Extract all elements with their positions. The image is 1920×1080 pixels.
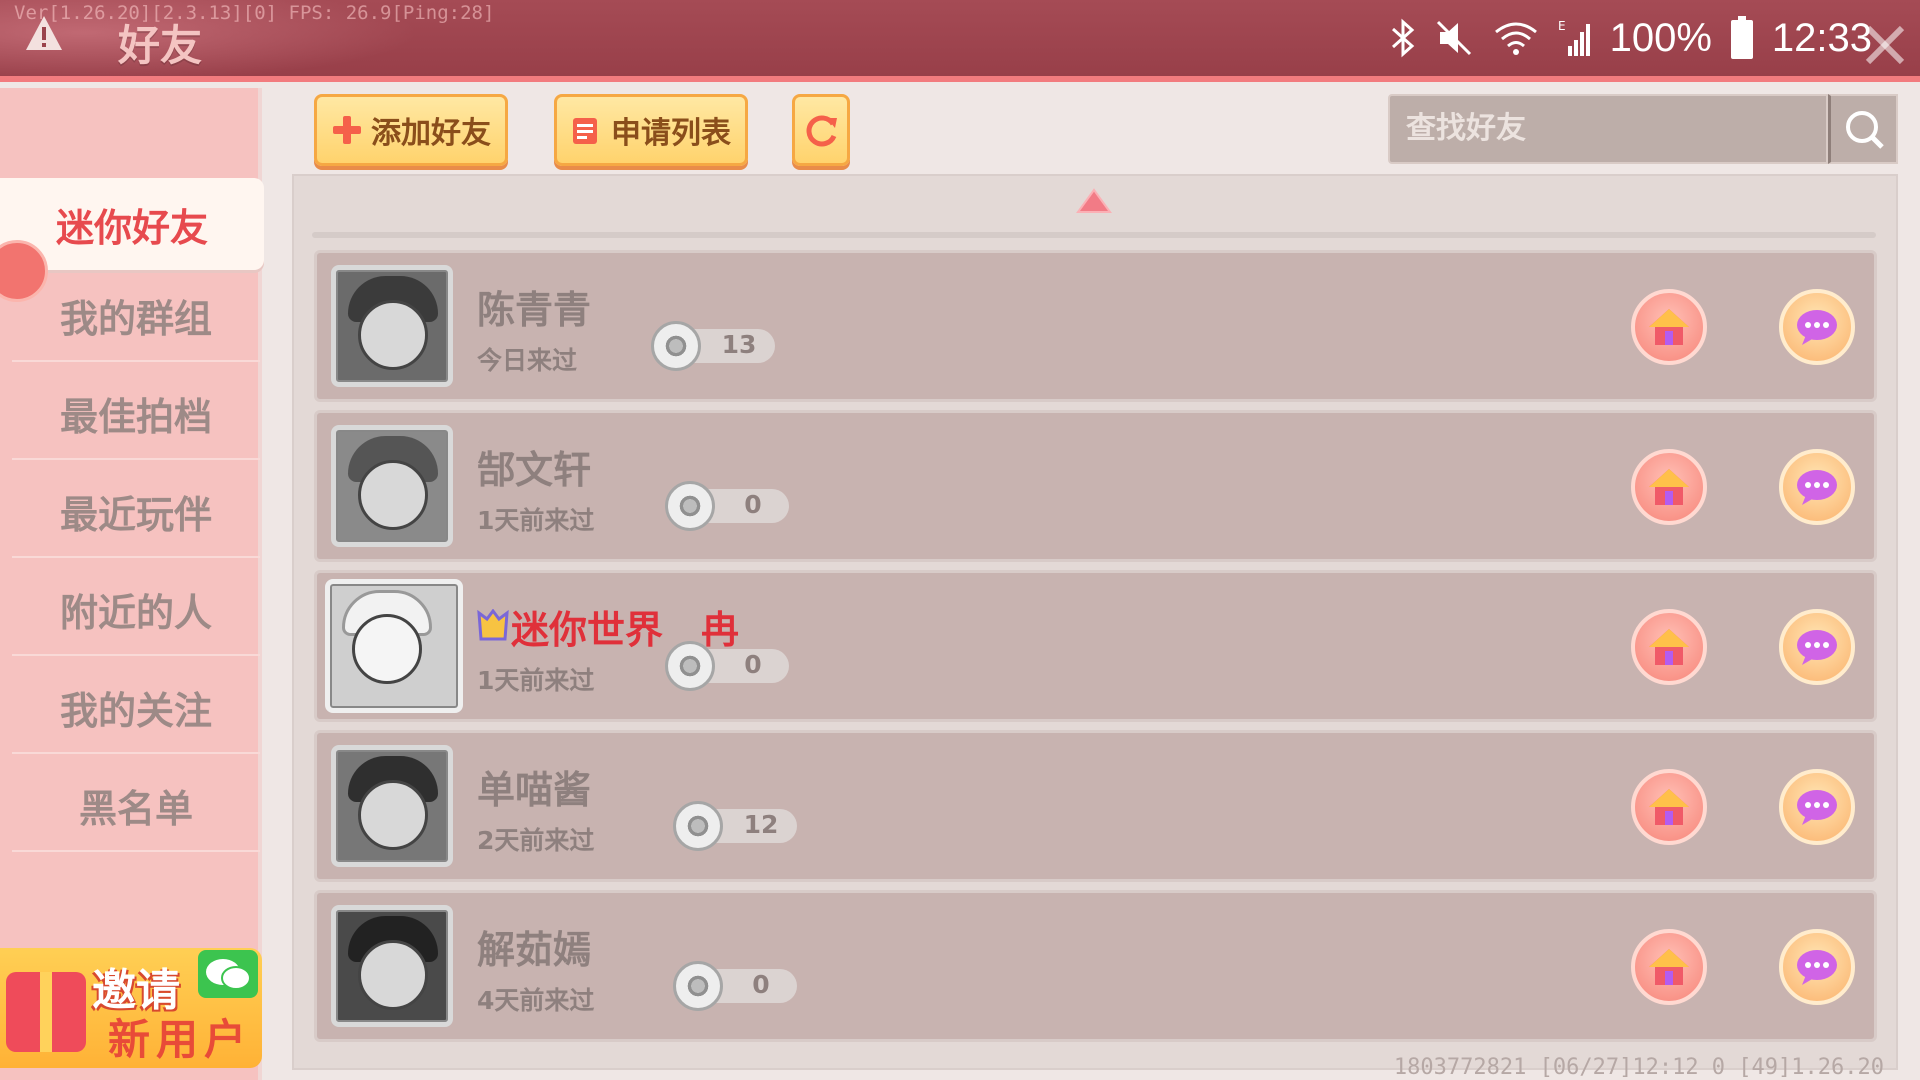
chat-icon [1797,470,1837,505]
friend-name: 解茹嫣 [477,928,592,972]
chat-icon [1797,790,1837,825]
footer-info: 1803772821 [06/27]12:12 0 [49]1.26.20 [1393,1055,1884,1080]
chat-icon [1797,950,1837,985]
mute-icon [1436,20,1471,56]
add-friend-button[interactable]: 添加好友 [314,94,508,166]
wifi-icon [1494,22,1537,55]
gift-icon [6,972,86,1052]
last-visit: 1天前来过 [477,506,595,535]
chat-button[interactable] [1779,929,1855,1005]
flower-count: 0 [673,961,797,1011]
request-list-label: 申请列表 [611,116,731,151]
bluetooth-icon [1391,18,1414,58]
chat-button[interactable] [1779,769,1855,845]
plus-icon [333,116,361,144]
page-title: 好友 [118,21,203,70]
flower-count: 0 [665,641,789,691]
flower-icon [673,961,723,1011]
chat-button[interactable] [1779,449,1855,525]
chat-button[interactable] [1779,609,1855,685]
battery-icon [1730,16,1753,59]
svg-text:E: E [1558,19,1566,33]
invite-new-user-banner[interactable]: 邀请 新用户 [0,948,262,1068]
visit-home-button[interactable] [1631,289,1707,365]
signal-icon: E [1558,19,1590,56]
home-icon [1649,789,1689,825]
friend-row[interactable]: 单喵酱 2天前来过 12 [314,730,1877,882]
close-icon[interactable] [1860,20,1910,70]
debug-info: Ver[1.26.20][2.3.13][0] FPS: 26.9[Ping:2… [14,2,495,24]
avatar[interactable] [331,905,453,1027]
sidebar-item-my-groups[interactable]: 我的群组 [12,270,260,362]
clock: 12:33 [1771,15,1872,60]
visit-home-button[interactable] [1631,929,1707,1005]
last-visit: 2天前来过 [477,826,595,855]
search-input[interactable]: 查找好友 [1388,94,1828,164]
refresh-icon [806,115,837,147]
flower-icon [673,801,723,851]
sidebar-item-nearby[interactable]: 附近的人 [12,564,260,656]
visit-home-button[interactable] [1631,609,1707,685]
friend-row[interactable]: 陈青青 今日来过 13 [314,250,1877,402]
avatar[interactable] [331,745,453,867]
sidebar-item-following[interactable]: 我的关注 [12,662,260,754]
last-visit: 1天前来过 [477,666,595,695]
flower-icon [665,641,715,691]
flower-icon [665,481,715,531]
friend-name: 陈青青 [477,288,592,332]
avatar[interactable] [331,265,453,387]
battery-percent: 100% [1609,15,1712,60]
chat-icon [1797,630,1837,665]
refresh-button[interactable] [792,94,850,166]
home-icon [1649,629,1689,665]
scroll-up-arrow-icon[interactable] [1076,188,1112,214]
sidebar-item-recent-players[interactable]: 最近玩伴 [12,466,260,558]
request-list-button[interactable]: 申请列表 [554,94,748,166]
vip-badge-icon [477,609,509,641]
sidebar: 迷你好友 我的群组 最佳拍档 最近玩伴 附近的人 我的关注 黑名单 [0,88,264,1080]
search-button[interactable] [1828,94,1898,164]
list-icon [573,118,597,144]
visit-home-button[interactable] [1631,769,1707,845]
last-visit: 今日来过 [477,346,578,375]
home-icon [1649,949,1689,985]
status-bar: E 100% 12:33 [1390,10,1872,66]
avatar[interactable] [331,425,453,547]
top-bar: Ver[1.26.20][2.3.13][0] FPS: 26.9[Ping:2… [0,0,1920,82]
flower-icon [651,321,701,371]
list-divider [312,232,1876,238]
friend-row[interactable]: 迷你世界 冉 1天前来过 0 [314,570,1877,722]
friend-name: 单喵酱 [477,768,592,812]
friend-row[interactable]: 郜文轩 1天前来过 0 [314,410,1877,562]
flower-count: 13 [651,321,775,371]
invite-line2: 新用户 [108,1015,253,1064]
friend-row[interactable]: 解茹嫣 4天前来过 0 [314,890,1877,1042]
avatar[interactable] [325,579,463,713]
friend-name: 郜文轩 [477,448,592,492]
chat-button[interactable] [1779,289,1855,365]
home-icon [1649,309,1689,345]
warning-icon[interactable] [24,14,64,54]
chat-icon [1797,310,1837,345]
sidebar-item-blacklist[interactable]: 黑名单 [12,760,260,852]
wechat-icon [198,950,258,998]
search-icon [1845,111,1884,149]
flower-count: 0 [665,481,789,531]
visit-home-button[interactable] [1631,449,1707,525]
add-friend-label: 添加好友 [371,116,491,151]
sidebar-item-best-partner[interactable]: 最佳拍档 [12,368,260,460]
home-icon [1649,469,1689,505]
last-visit: 4天前来过 [477,986,595,1015]
flower-count: 12 [673,801,797,851]
